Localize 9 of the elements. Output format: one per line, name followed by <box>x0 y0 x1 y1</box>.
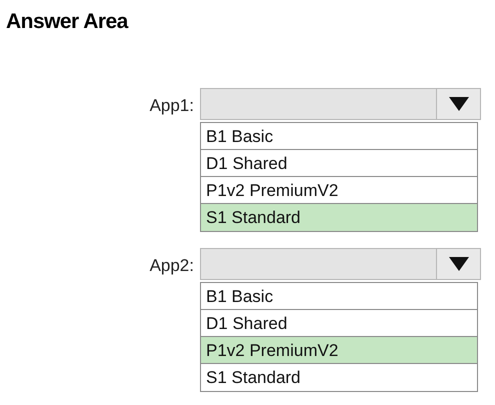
dropdown-button[interactable] <box>436 89 480 119</box>
caret-icon <box>448 257 468 271</box>
dropdown-button[interactable] <box>436 249 480 279</box>
caret-icon <box>448 97 468 111</box>
section-title: Answer Area <box>6 9 128 35</box>
option[interactable]: S1 Standard <box>201 204 477 231</box>
option[interactable]: P1v2 PremiumV2 <box>201 337 477 364</box>
question-label: App1: <box>148 95 195 117</box>
question-label: App2: <box>148 255 195 277</box>
